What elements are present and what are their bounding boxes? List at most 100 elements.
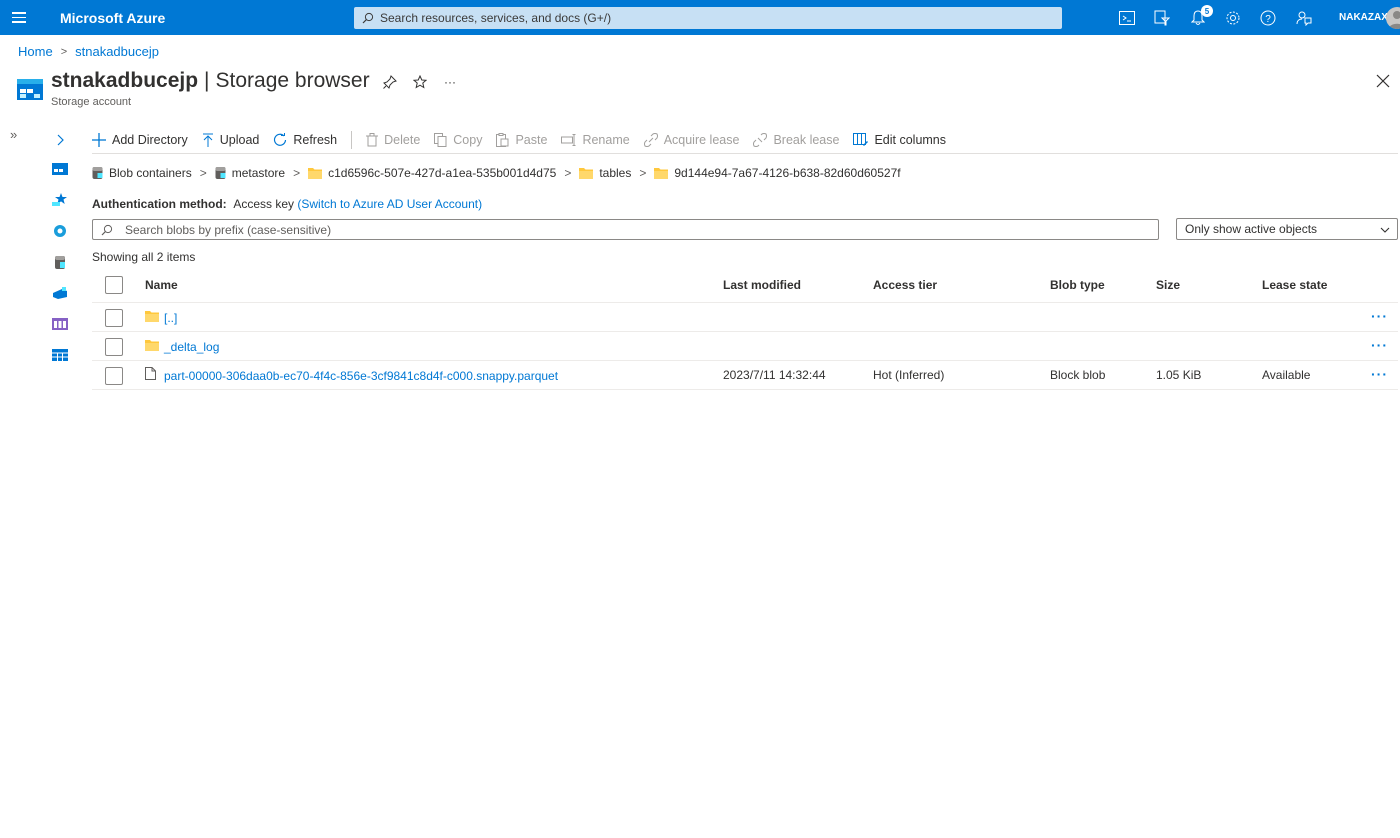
favorite-star-icon[interactable] bbox=[412, 74, 428, 90]
delete-button[interactable]: Delete bbox=[366, 132, 420, 147]
row-more-actions-button[interactable]: ··· bbox=[1371, 308, 1388, 324]
rail-file-shares-icon[interactable] bbox=[52, 285, 68, 301]
account-username[interactable]: NAKAZAX bbox=[1339, 12, 1388, 23]
active-objects-filter-dropdown[interactable]: Only show active objects bbox=[1176, 218, 1398, 240]
filter-selected-value: Only show active objects bbox=[1185, 222, 1318, 236]
blob-name-link[interactable]: part-00000-306daa0b-ec70-4f4c-856e-3cf98… bbox=[164, 369, 558, 383]
search-icon bbox=[362, 12, 374, 24]
svg-text:?: ? bbox=[1265, 14, 1271, 25]
row-checkbox[interactable] bbox=[105, 367, 123, 385]
break-lease-label: Break lease bbox=[773, 132, 840, 147]
column-header-last-modified[interactable]: Last modified bbox=[723, 278, 801, 292]
copy-button[interactable]: Copy bbox=[434, 132, 482, 147]
path-item-table-folder[interactable]: 9d144e94-7a67-4126-b638-82d60d60527f bbox=[654, 166, 901, 180]
row-checkbox[interactable] bbox=[105, 338, 123, 356]
blob-prefix-search-input[interactable]: Search blobs by prefix (case-sensitive) bbox=[92, 219, 1159, 240]
column-header-name[interactable]: Name bbox=[145, 278, 178, 292]
table-row[interactable]: part-00000-306daa0b-ec70-4f4c-856e-3cf98… bbox=[92, 361, 1398, 390]
upload-label: Upload bbox=[219, 132, 260, 147]
edit-columns-icon bbox=[853, 133, 869, 146]
path-item-tables[interactable]: tables bbox=[579, 166, 631, 180]
directory-filter-icon[interactable] bbox=[1153, 9, 1171, 27]
table-header-row: Name Last modified Access tier Blob type… bbox=[92, 270, 1398, 303]
brand-title[interactable]: Microsoft Azure bbox=[60, 10, 165, 26]
edit-columns-button[interactable]: Edit columns bbox=[853, 133, 946, 147]
upload-button[interactable]: Upload bbox=[202, 132, 260, 147]
acquire-lease-button[interactable]: Acquire lease bbox=[643, 133, 739, 147]
breadcrumb-chevron-icon: > bbox=[60, 45, 68, 58]
access-tier-cell: Hot (Inferred) bbox=[873, 368, 945, 382]
auth-method-value: Access key bbox=[233, 197, 295, 211]
table-row[interactable]: _delta_log ··· bbox=[92, 332, 1398, 361]
blob-name-link[interactable]: _delta_log bbox=[164, 340, 219, 354]
rail-tables-icon[interactable] bbox=[52, 347, 68, 363]
portal-menu-icon[interactable] bbox=[12, 9, 30, 25]
folder-icon bbox=[145, 311, 159, 322]
paste-icon bbox=[496, 132, 509, 147]
add-directory-button[interactable]: Add Directory bbox=[92, 132, 188, 147]
cloud-shell-icon[interactable] bbox=[1118, 9, 1136, 27]
notification-count-badge: 5 bbox=[1201, 5, 1213, 17]
paste-label: Paste bbox=[515, 132, 548, 147]
path-item-metastore[interactable]: metastore bbox=[215, 166, 285, 180]
breadcrumb-storage-account-link[interactable]: stnakadbucejp bbox=[75, 44, 159, 59]
rail-blob-containers-icon[interactable] bbox=[52, 254, 68, 270]
row-checkbox[interactable] bbox=[105, 309, 123, 327]
breadcrumb-home-link[interactable]: Home bbox=[18, 44, 53, 59]
column-header-blob-type[interactable]: Blob type bbox=[1050, 278, 1105, 292]
folder-icon bbox=[654, 168, 669, 179]
path-item-blob-containers[interactable]: Blob containers bbox=[92, 166, 192, 180]
close-icon[interactable] bbox=[1376, 74, 1392, 90]
trash-icon bbox=[366, 132, 379, 146]
pin-icon[interactable] bbox=[382, 74, 398, 90]
toolbar-divider bbox=[351, 130, 353, 149]
rail-storage-account-icon[interactable] bbox=[52, 161, 68, 177]
title-separator: | bbox=[204, 69, 210, 92]
expand-menu-icon[interactable]: » bbox=[10, 127, 17, 142]
plus-icon bbox=[92, 132, 106, 147]
rail-settings-icon[interactable] bbox=[52, 223, 68, 239]
global-search-placeholder: Search resources, services, and docs (G+… bbox=[380, 11, 612, 25]
global-search-input[interactable]: Search resources, services, and docs (G+… bbox=[354, 7, 1062, 29]
row-more-actions-button[interactable]: ··· bbox=[1371, 366, 1388, 382]
path-item-label: c1d6596c-507e-427d-a1ea-535b001d4d75 bbox=[328, 166, 557, 180]
notifications-icon[interactable]: 5 bbox=[1189, 5, 1213, 27]
help-icon[interactable]: ? bbox=[1259, 9, 1277, 27]
more-actions-button[interactable]: ··· bbox=[442, 74, 458, 90]
paste-button[interactable]: Paste bbox=[496, 132, 548, 147]
avatar[interactable] bbox=[1386, 7, 1400, 29]
rail-expand-chevron-icon[interactable] bbox=[52, 132, 68, 148]
lease-state-cell: Available bbox=[1262, 368, 1311, 382]
rail-queues-icon[interactable] bbox=[52, 316, 68, 332]
table-row[interactable]: [..] ··· bbox=[92, 303, 1398, 332]
chevron-down-icon bbox=[1380, 227, 1390, 233]
path-chevron-icon: > bbox=[199, 166, 207, 180]
switch-to-azure-ad-link[interactable]: (Switch to Azure AD User Account) bbox=[297, 197, 482, 211]
path-chevron-icon: > bbox=[639, 166, 647, 180]
break-lease-button[interactable]: Break lease bbox=[753, 133, 839, 147]
column-header-access-tier[interactable]: Access tier bbox=[873, 278, 937, 292]
refresh-button[interactable]: Refresh bbox=[273, 132, 337, 147]
feedback-icon[interactable] bbox=[1295, 9, 1313, 27]
broken-link-icon bbox=[753, 132, 768, 147]
rename-button[interactable]: Rename bbox=[561, 133, 630, 147]
column-header-lease-state[interactable]: Lease state bbox=[1262, 278, 1327, 292]
column-header-size[interactable]: Size bbox=[1156, 278, 1180, 292]
settings-gear-icon[interactable] bbox=[1224, 9, 1242, 27]
copy-icon bbox=[434, 132, 447, 147]
rename-icon bbox=[561, 133, 576, 146]
path-item-label: tables bbox=[599, 166, 632, 180]
refresh-icon bbox=[274, 132, 287, 146]
row-more-actions-button[interactable]: ··· bbox=[1371, 337, 1388, 353]
select-all-checkbox[interactable] bbox=[105, 276, 123, 294]
edit-columns-label: Edit columns bbox=[874, 132, 947, 147]
path-item-label: 9d144e94-7a67-4126-b638-82d60d60527f bbox=[674, 166, 901, 180]
blob-type-cell: Block blob bbox=[1050, 368, 1106, 382]
rail-favorites-icon[interactable] bbox=[52, 192, 68, 208]
blob-name-link[interactable]: [..] bbox=[164, 311, 177, 325]
path-item-label: metastore bbox=[231, 166, 286, 180]
path-item-label: Blob containers bbox=[109, 166, 192, 180]
path-item-database-folder[interactable]: c1d6596c-507e-427d-a1ea-535b001d4d75 bbox=[308, 166, 556, 180]
folder-icon bbox=[579, 168, 594, 179]
container-icon bbox=[215, 167, 226, 179]
